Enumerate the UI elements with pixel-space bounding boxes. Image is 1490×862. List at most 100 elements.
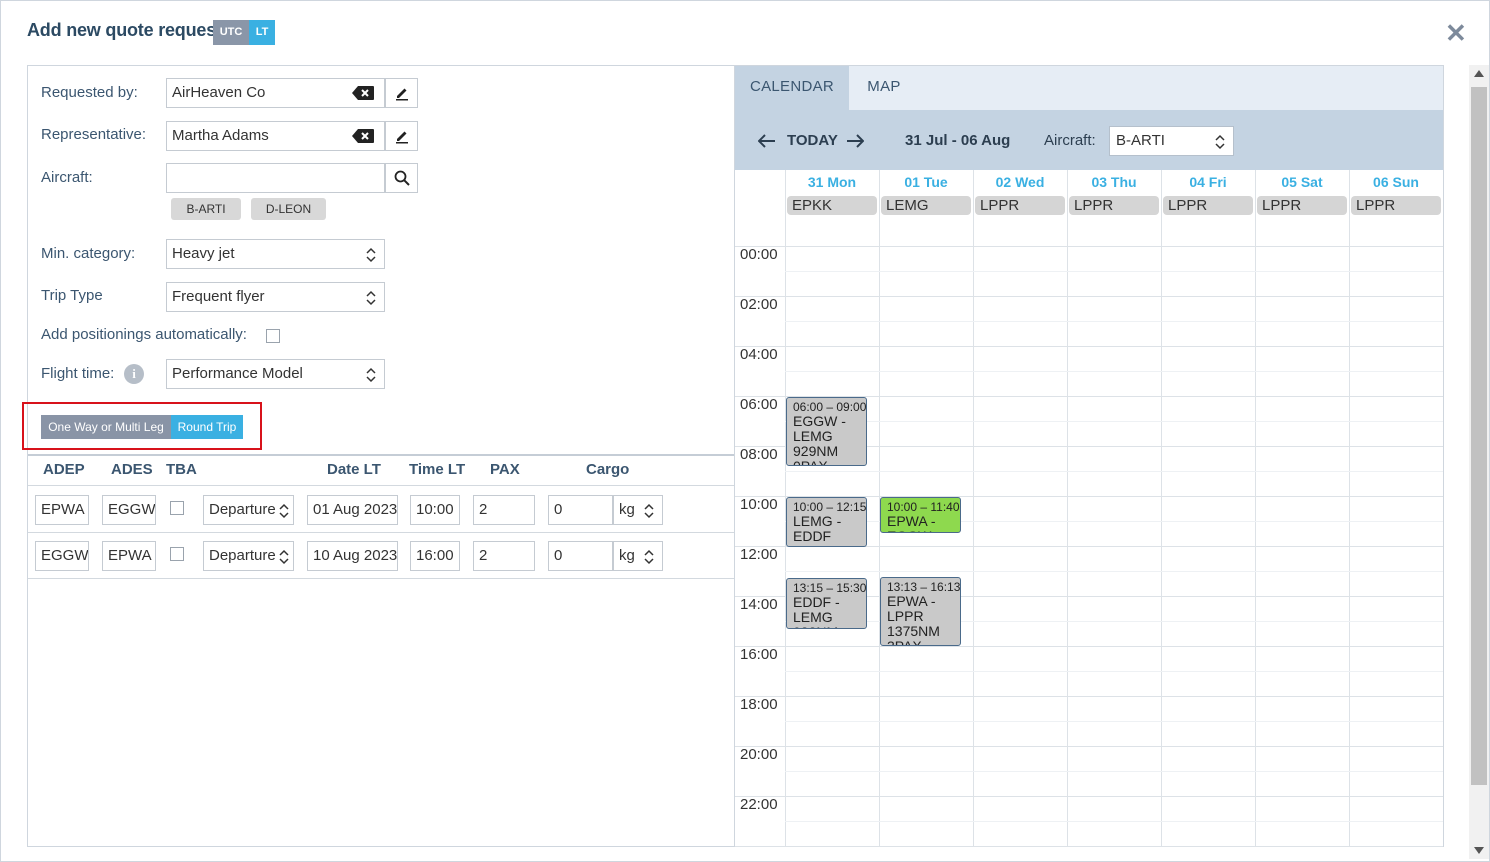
- pax-input[interactable]: 2: [473, 541, 535, 571]
- hour-label: 18:00: [740, 696, 778, 713]
- leg-type-value: Departure: [209, 547, 276, 564]
- event-line: 3PAX: [887, 638, 922, 647]
- scroll-up-icon[interactable]: [1474, 70, 1484, 77]
- pax-input[interactable]: 2: [473, 495, 535, 525]
- cargo-unit-select[interactable]: kg: [613, 495, 663, 525]
- time-input[interactable]: 16:00: [410, 541, 460, 571]
- ades-input[interactable]: EPWA: [102, 541, 156, 571]
- hour-line: [735, 796, 1443, 797]
- hour-line: [735, 696, 1443, 697]
- event-line: 1375NM: [887, 623, 940, 640]
- row-divider: [28, 532, 734, 533]
- min-category-select[interactable]: Heavy jet: [166, 239, 385, 269]
- flight-event[interactable]: 10:00 – 12:15LEMG -EDDF982NM: [786, 497, 867, 548]
- today-button[interactable]: TODAY: [787, 132, 838, 149]
- aircraft-chip[interactable]: B-ARTI: [171, 198, 241, 220]
- event-line: EPWA -: [887, 593, 936, 610]
- round-trip-button[interactable]: Round Trip: [171, 415, 243, 439]
- chevron-updown-icon: [279, 549, 289, 565]
- min-category-value: Heavy jet: [172, 245, 235, 262]
- add-positionings-checkbox[interactable]: [266, 329, 280, 343]
- aircraft-chip[interactable]: D-LEON: [251, 198, 326, 220]
- date-range: 31 Jul - 06 Aug: [905, 132, 1011, 149]
- day-airport-chip: LPPR: [1257, 196, 1347, 215]
- chevron-updown-icon: [366, 290, 376, 306]
- one-way-button[interactable]: One Way or Multi Leg: [41, 415, 171, 439]
- representative-field[interactable]: Martha Adams: [166, 121, 385, 151]
- date-input[interactable]: 10 Aug 2023: [307, 541, 398, 571]
- aircraft-filter-select[interactable]: B-ARTI: [1109, 126, 1234, 156]
- scroll-down-icon[interactable]: [1474, 847, 1484, 854]
- tba-checkbox[interactable]: [170, 547, 184, 561]
- half-hour-line: [785, 571, 1443, 572]
- quote-request-dialog: Add new quote request UTC LT ✕ Requested…: [0, 0, 1490, 862]
- info-icon[interactable]: i: [124, 364, 144, 384]
- col-ades: ADES: [111, 461, 153, 478]
- time-input[interactable]: 10:00: [410, 495, 460, 525]
- cargo-unit-select[interactable]: kg: [613, 541, 663, 571]
- col-tba: TBA: [166, 461, 197, 478]
- flight-time-select[interactable]: Performance Model: [166, 359, 385, 389]
- arrow-right-icon[interactable]: [846, 134, 864, 148]
- hour-label: 10:00: [740, 496, 778, 513]
- arrow-left-icon[interactable]: [758, 134, 776, 148]
- flight-event[interactable]: 10:00 – 11:40EPWA -EGGW: [880, 497, 961, 533]
- hour-label: 08:00: [740, 446, 778, 463]
- flight-time-value: Performance Model: [172, 365, 303, 382]
- event-line: LEMG: [793, 609, 833, 626]
- requested-by-value: AirHeaven Co: [172, 84, 266, 101]
- min-category-label: Min. category:: [41, 245, 136, 262]
- edit-representative-button[interactable]: [385, 121, 418, 151]
- representative-label: Representative:: [41, 126, 147, 143]
- hour-label: 16:00: [740, 646, 778, 663]
- chevron-updown-icon: [1215, 134, 1225, 150]
- cargo-input[interactable]: 0: [548, 495, 613, 525]
- day-airport-chip: LPPR: [1163, 196, 1253, 215]
- clear-icon[interactable]: [352, 129, 374, 143]
- adep-input[interactable]: EPWA: [35, 495, 89, 525]
- day-header: 06 Sun: [1373, 174, 1419, 190]
- aircraft-search-input[interactable]: [166, 163, 385, 193]
- flight-event[interactable]: 13:15 – 15:30EDDF -LEMG982NM: [786, 578, 867, 629]
- hour-label: 06:00: [740, 396, 778, 413]
- tba-checkbox[interactable]: [170, 501, 184, 515]
- adep-input[interactable]: EGGW: [35, 541, 89, 571]
- leg-type-select[interactable]: Departure: [203, 541, 294, 571]
- aircraft-search-button[interactable]: [385, 163, 418, 193]
- edit-requested-by-button[interactable]: [385, 78, 418, 108]
- event-line: LEMG -: [793, 513, 842, 529]
- requested-by-field[interactable]: AirHeaven Co: [166, 78, 385, 108]
- half-hour-line: [785, 771, 1443, 772]
- col-pax: PAX: [490, 461, 520, 478]
- tab-map[interactable]: MAP: [849, 66, 919, 110]
- leg-type-value: Departure: [209, 501, 276, 518]
- aircraft-filter-label: Aircraft:: [1044, 132, 1096, 149]
- flight-event[interactable]: 13:13 – 16:13 EPWA - LPPR 1375NM 3PAX: [880, 577, 961, 647]
- add-positionings-label: Add positionings automatically:: [41, 326, 247, 343]
- hour-line: [735, 346, 1443, 347]
- event-line: EPWA -: [887, 513, 936, 529]
- legs-divider: [28, 454, 734, 456]
- trip-type-value: Frequent flyer: [172, 288, 265, 305]
- pencil-icon: [395, 131, 408, 144]
- utc-toggle[interactable]: UTC: [213, 20, 249, 45]
- lt-toggle[interactable]: LT: [249, 20, 275, 45]
- half-hour-line: [785, 321, 1443, 322]
- half-hour-line: [785, 671, 1443, 672]
- hour-label: 04:00: [740, 346, 778, 363]
- cargo-unit-value: kg: [619, 547, 635, 564]
- scrollbar-thumb[interactable]: [1471, 87, 1487, 785]
- ades-input[interactable]: EGGW: [102, 495, 156, 525]
- clear-icon[interactable]: [352, 86, 374, 100]
- close-icon[interactable]: ✕: [1445, 19, 1467, 47]
- event-line: EGGW -: [793, 413, 846, 429]
- tab-calendar[interactable]: CALENDAR: [735, 66, 849, 110]
- chevron-updown-icon: [644, 503, 654, 519]
- event-time: 13:15 – 15:30: [793, 581, 867, 596]
- date-input[interactable]: 01 Aug 2023: [307, 495, 398, 525]
- leg-type-select[interactable]: Departure: [203, 495, 294, 525]
- chevron-updown-icon: [644, 549, 654, 565]
- flight-event[interactable]: 06:00 – 09:00 EGGW - LEMG 929NM 0PAX: [786, 397, 867, 466]
- trip-type-select[interactable]: Frequent flyer: [166, 282, 385, 312]
- cargo-input[interactable]: 0: [548, 541, 613, 571]
